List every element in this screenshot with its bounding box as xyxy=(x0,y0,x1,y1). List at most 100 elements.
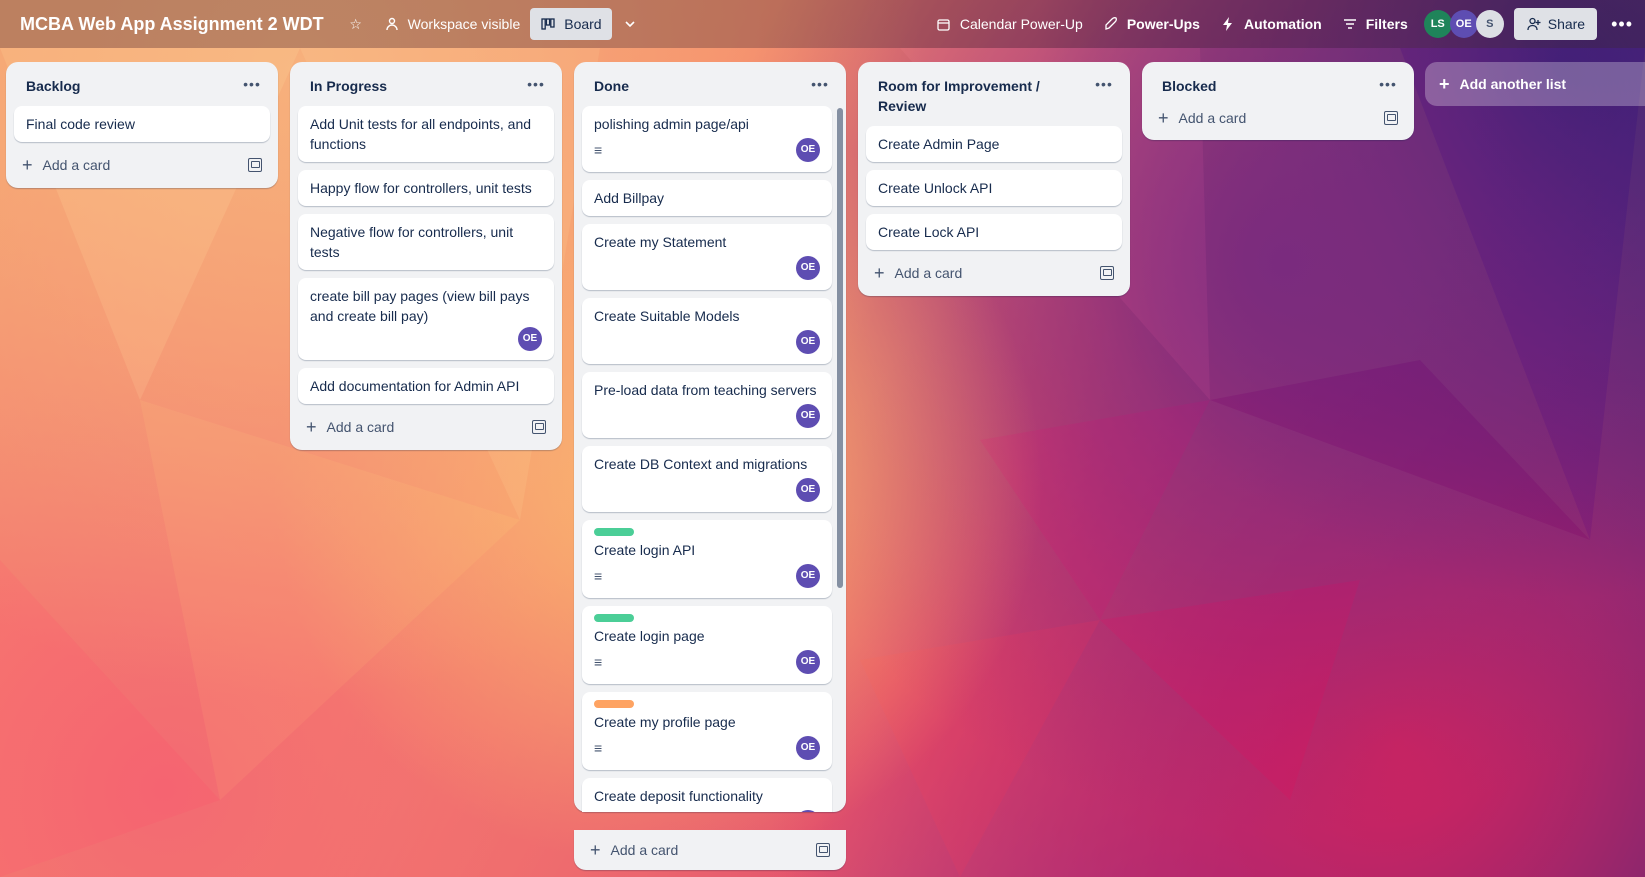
list-menu-button[interactable]: ••• xyxy=(238,74,266,94)
automation-label: Automation xyxy=(1243,16,1322,32)
board-menu-button[interactable]: ••• xyxy=(1611,14,1633,35)
card-member-avatar[interactable]: OE xyxy=(796,478,820,502)
share-button[interactable]: Share xyxy=(1513,8,1598,40)
card-member-avatar[interactable]: OE xyxy=(796,736,820,760)
card-label[interactable] xyxy=(594,614,634,622)
card-list: Add Unit tests for all endpoints, and fu… xyxy=(290,102,562,404)
card-member-avatar[interactable]: OE xyxy=(796,330,820,354)
add-card-button[interactable]: + Add a card xyxy=(1158,109,1246,127)
card-template-icon[interactable] xyxy=(248,158,262,172)
filters-button[interactable]: Filters xyxy=(1332,8,1418,40)
more-icon: ••• xyxy=(1095,76,1113,92)
card[interactable]: Add Billpay xyxy=(582,180,832,216)
card-member-avatar[interactable]: OE xyxy=(796,256,820,280)
card-title: Add Billpay xyxy=(594,190,665,206)
add-list-button[interactable]: + Add another list xyxy=(1425,62,1645,106)
card[interactable]: Final code review xyxy=(14,106,270,142)
list-header: Backlog ••• xyxy=(6,62,278,102)
card[interactable]: Create deposit functionality OE xyxy=(582,778,832,812)
card-title: Create Unlock API xyxy=(878,180,993,196)
more-icon: ••• xyxy=(811,76,829,92)
list-menu-button[interactable]: ••• xyxy=(1090,74,1118,94)
powerups-button[interactable]: Power-Ups xyxy=(1093,8,1210,40)
card-badges: ≡ OE xyxy=(594,648,820,676)
card-title: Pre-load data from teaching servers xyxy=(594,382,817,398)
automation-button[interactable]: Automation xyxy=(1210,8,1332,40)
avatar[interactable]: S xyxy=(1475,10,1504,38)
card-member-avatar[interactable]: OE xyxy=(518,327,542,351)
card[interactable]: Create login page ≡ OE xyxy=(582,606,832,684)
card-badges: OE xyxy=(310,326,542,352)
plus-icon: + xyxy=(1158,108,1169,128)
card-template-icon[interactable] xyxy=(1384,111,1398,125)
list-header: Blocked ••• xyxy=(1142,62,1414,102)
card-member-avatar[interactable]: OE xyxy=(796,404,820,428)
card-label[interactable] xyxy=(594,700,634,708)
card-member-avatar[interactable]: OE xyxy=(796,650,820,674)
card-member-avatar[interactable]: OE xyxy=(796,810,820,812)
card-template-icon[interactable] xyxy=(1100,266,1114,280)
plus-icon: + xyxy=(590,840,601,860)
card[interactable]: Negative flow for controllers, unit test… xyxy=(298,214,554,270)
list-title[interactable]: Blocked xyxy=(1162,74,1216,96)
card[interactable]: Create login API ≡ OE xyxy=(582,520,832,598)
avatar[interactable]: LS xyxy=(1423,10,1452,38)
add-card-button[interactable]: + Add a card xyxy=(22,156,110,174)
views-dropdown-button[interactable] xyxy=(612,8,648,40)
card-title: Happy flow for controllers, unit tests xyxy=(310,180,532,196)
card[interactable]: create bill pay pages (view bill pays an… xyxy=(298,278,554,360)
card[interactable]: Add documentation for Admin API xyxy=(298,368,554,404)
card[interactable]: Create Unlock API xyxy=(866,170,1122,206)
star-button[interactable]: ☆ xyxy=(338,8,374,40)
list-in-progress: In Progress ••• Add Unit tests for all e… xyxy=(290,62,562,450)
card[interactable]: Create my profile page ≡ OE xyxy=(582,692,832,770)
board-title[interactable]: MCBA Web App Assignment 2 WDT xyxy=(20,14,324,35)
avatar[interactable]: OE xyxy=(1449,10,1478,38)
list-menu-button[interactable]: ••• xyxy=(806,74,834,94)
people-icon xyxy=(384,16,400,32)
visibility-button[interactable]: Workspace visible xyxy=(374,8,531,40)
calendar-powerup-button[interactable]: Calendar Power-Up xyxy=(926,8,1093,40)
list-title[interactable]: Room for Improvement / Review xyxy=(878,74,1078,116)
card-template-icon[interactable] xyxy=(532,420,546,434)
card-title: polishing admin page/api xyxy=(594,116,749,132)
card[interactable]: Create DB Context and migrations OE xyxy=(582,446,832,512)
list-backlog: Backlog ••• Final code review + Add a car… xyxy=(6,62,278,188)
add-card-button[interactable]: + Add a card xyxy=(306,418,394,436)
list-title[interactable]: Backlog xyxy=(26,74,80,96)
calendar-icon xyxy=(936,16,952,32)
rocket-icon xyxy=(1103,16,1119,32)
card[interactable]: Happy flow for controllers, unit tests xyxy=(298,170,554,206)
list-title[interactable]: Done xyxy=(594,74,629,96)
list-menu-button[interactable]: ••• xyxy=(522,74,550,94)
add-card-button[interactable]: + Add a card xyxy=(874,264,962,282)
description-icon: ≡ xyxy=(594,568,603,584)
board-view-button[interactable]: Board xyxy=(530,8,612,40)
card-member-avatar[interactable]: OE xyxy=(796,564,820,588)
add-card-label: Add a card xyxy=(326,419,395,435)
visibility-label: Workspace visible xyxy=(407,16,521,32)
card-label[interactable] xyxy=(594,528,634,536)
more-icon: ••• xyxy=(1611,13,1633,34)
card-template-icon[interactable] xyxy=(816,843,830,857)
card[interactable]: Create Suitable Models OE xyxy=(582,298,832,364)
add-card-label: Add a card xyxy=(610,842,679,858)
card-list[interactable]: polishing admin page/api ≡ OE Add Billpa… xyxy=(574,102,846,812)
list-title[interactable]: In Progress xyxy=(310,74,387,96)
card[interactable]: polishing admin page/api ≡ OE xyxy=(582,106,832,172)
card[interactable]: Add Unit tests for all endpoints, and fu… xyxy=(298,106,554,162)
card[interactable]: Pre-load data from teaching servers OE xyxy=(582,372,832,438)
list-menu-button[interactable]: ••• xyxy=(1374,74,1402,94)
card[interactable]: Create my Statement OE xyxy=(582,224,832,290)
person-add-icon xyxy=(1526,16,1542,32)
card-member-avatar[interactable]: OE xyxy=(796,138,820,162)
more-icon: ••• xyxy=(527,76,545,92)
filters-label: Filters xyxy=(1365,16,1408,32)
scrollbar[interactable] xyxy=(837,108,843,588)
card[interactable]: Create Admin Page xyxy=(866,126,1122,162)
card-title: create bill pay pages (view bill pays an… xyxy=(310,288,530,324)
card[interactable]: Create Lock API xyxy=(866,214,1122,250)
card-list: Create Admin Page Create Unlock API Crea… xyxy=(858,122,1130,250)
filter-icon xyxy=(1342,16,1358,32)
add-card-button[interactable]: + Add a card xyxy=(590,841,678,859)
